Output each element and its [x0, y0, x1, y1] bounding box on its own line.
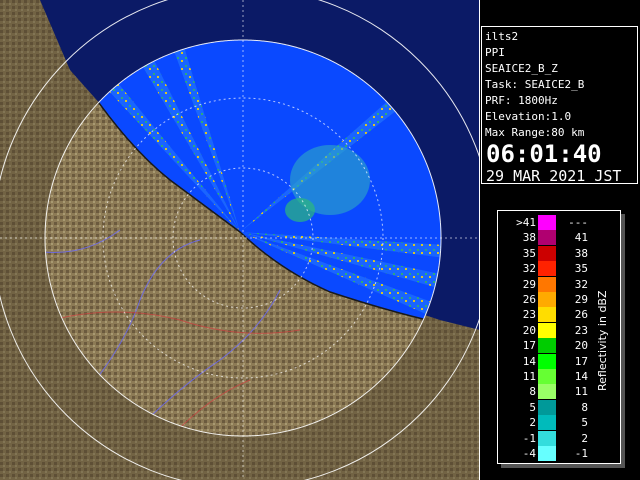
legend-color-swatch	[538, 261, 556, 277]
legend-low-value: 32	[522, 262, 536, 276]
legend-low-value: -1	[522, 431, 536, 445]
legend-high-value: 32	[574, 277, 588, 291]
site-name: ilts2	[485, 30, 519, 43]
legend-color-swatch	[538, 430, 556, 446]
product-name: SEAICE2_B_Z	[485, 62, 558, 75]
panel-divider	[479, 0, 480, 480]
legend-high-value: 20	[574, 339, 588, 353]
radar-map	[0, 0, 480, 480]
legend-row: -1 2	[498, 430, 622, 446]
legend-row: -4 -1	[498, 446, 622, 461]
legend-row: >41 ---	[498, 215, 622, 230]
legend-color-swatch	[538, 215, 556, 230]
legend-color-swatch	[538, 276, 556, 292]
legend-high-value: 26	[574, 308, 588, 322]
legend-color-swatch	[538, 245, 556, 261]
legend-low-value: 26	[522, 293, 536, 306]
legend-color-swatch	[538, 399, 556, 415]
scan-time: 06:01:40	[486, 140, 602, 168]
legend-high-value: -1	[574, 447, 588, 460]
legend-high-value: 11	[574, 385, 588, 399]
legend-color-swatch	[538, 415, 556, 431]
legend-color-swatch	[538, 353, 556, 369]
legend-low-value: 11	[522, 370, 536, 383]
info-panel: ilts2 PPI SEAICE2_B_Z Task: SEAICE2_B PR…	[481, 26, 638, 185]
legend-high-value: 29	[574, 293, 588, 306]
legend-low-value: 35	[522, 246, 536, 260]
legend-color-swatch	[538, 446, 556, 461]
legend-low-value: 2	[529, 416, 536, 430]
legend-high-value: 38	[574, 246, 588, 260]
legend-color-swatch	[538, 322, 556, 338]
elevation-value: Elevation:1.0	[485, 110, 572, 123]
radar-ppi-display[interactable]	[0, 0, 480, 480]
max-range-value: Max Range:80 km	[485, 126, 585, 139]
legend-color-swatch	[538, 230, 556, 246]
scan-date: 29 MAR 2021 JST	[486, 167, 622, 185]
product-type: PPI	[485, 46, 505, 59]
legend-high-value: 23	[574, 323, 588, 337]
legend-unit-label: Reflectivity in dBZ	[596, 290, 609, 391]
legend-low-value: 14	[522, 354, 536, 368]
legend-color-swatch	[538, 369, 556, 384]
legend-low-value: 17	[522, 339, 536, 353]
legend-high-value: 41	[574, 231, 588, 245]
legend-low-value: 38	[522, 231, 536, 245]
legend-high-value: 14	[574, 370, 588, 383]
legend-high-value: 8	[581, 400, 588, 414]
legend-high-value: 5	[581, 416, 588, 430]
legend-low-value: 23	[522, 308, 536, 322]
legend-color-swatch	[538, 307, 556, 323]
legend-low-value: 8	[529, 385, 536, 399]
legend-high-value: ---	[568, 216, 588, 229]
legend-color-swatch	[538, 384, 556, 400]
legend-low-value: 29	[522, 277, 536, 291]
legend-low-value: >41	[516, 216, 536, 229]
legend-color-swatch	[538, 338, 556, 354]
legend-color-swatch	[538, 292, 556, 307]
legend-row: 25	[498, 415, 622, 431]
legend-low-value: 5	[529, 400, 536, 414]
legend-unit: Reflectivity in dBZ	[594, 251, 614, 411]
legend-low-value: 20	[522, 323, 536, 337]
legend-high-value: 17	[574, 354, 588, 368]
legend-high-value: 2	[581, 431, 588, 445]
task-name: Task: SEAICE2_B	[485, 78, 585, 91]
legend-row: 38 41	[498, 230, 622, 246]
legend-low-value: -4	[522, 447, 536, 460]
prf-value: PRF: 1800Hz	[485, 94, 558, 107]
legend-high-value: 35	[574, 262, 588, 276]
color-legend: >41 --- 38 41 35 38 32 35 29 32 26 29 23 26 20 23 17 20 14…	[497, 210, 621, 464]
